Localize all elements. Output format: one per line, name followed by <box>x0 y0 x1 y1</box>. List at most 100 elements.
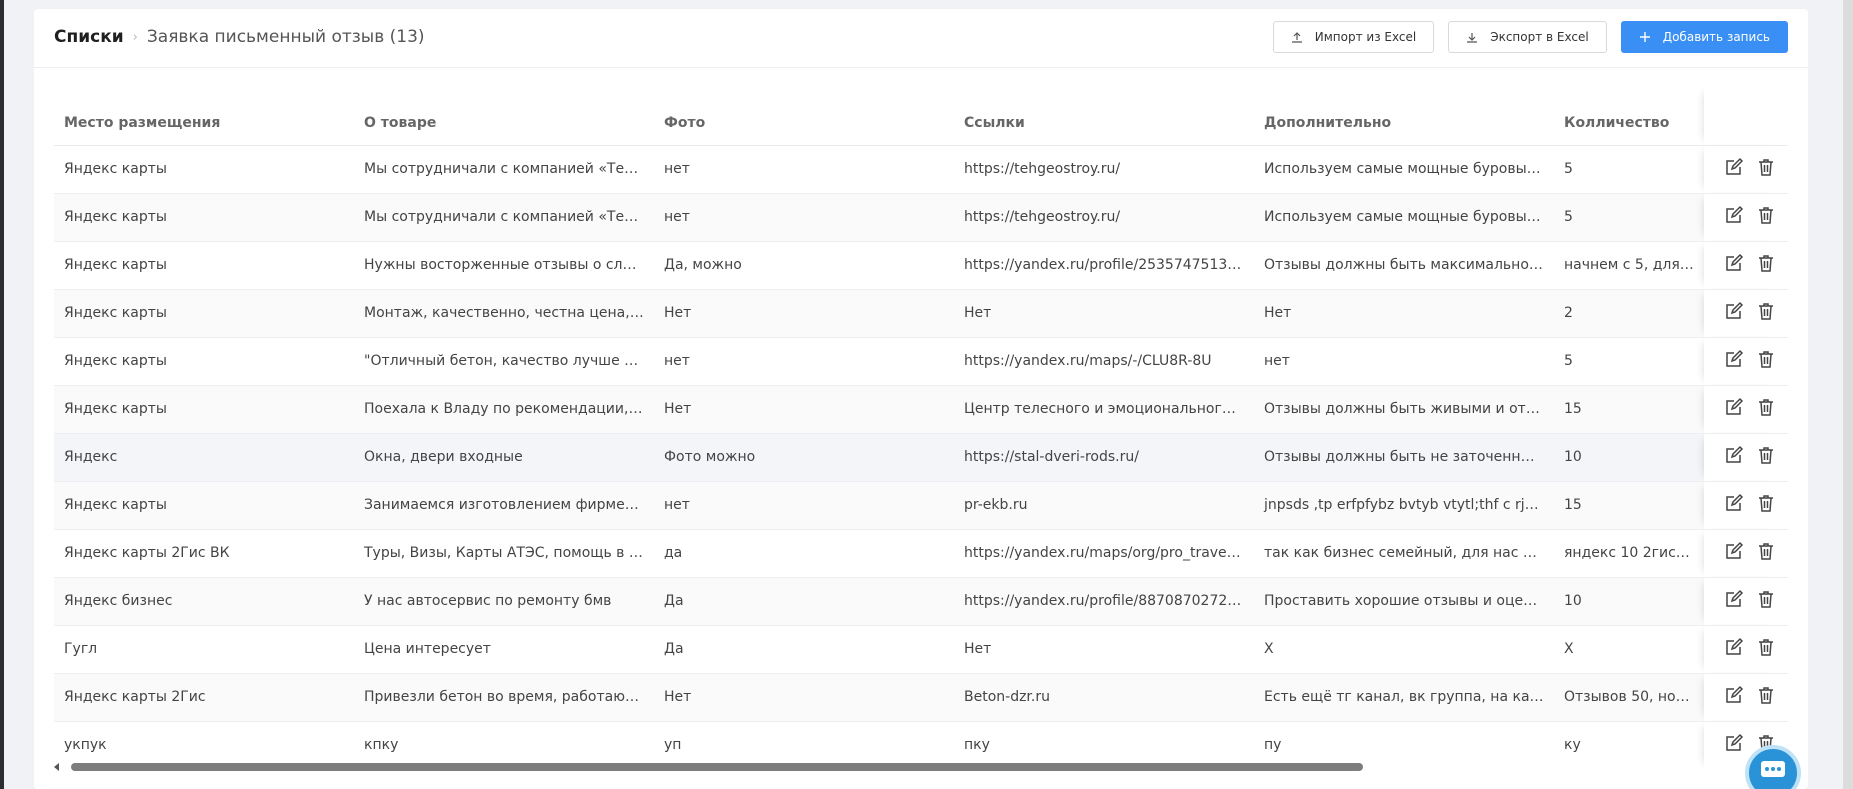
import-excel-button[interactable]: Импорт из Excel <box>1272 21 1435 53</box>
add-record-label: Добавить запись <box>1662 30 1770 44</box>
column-header-links[interactable]: Ссылки <box>954 87 1254 146</box>
table-row[interactable]: Яндекс бизнес У нас автосервис по ремонту… <box>54 577 1788 626</box>
table-row[interactable]: Яндекс карты Мы сотрудничали с компанией … <box>54 193 1788 242</box>
edit-icon[interactable] <box>1724 301 1744 321</box>
cell-quantity: 5 <box>1554 145 1704 194</box>
trash-icon[interactable] <box>1756 397 1776 417</box>
export-excel-button[interactable]: Экспорт в Excel <box>1448 21 1607 53</box>
edit-icon[interactable] <box>1724 685 1744 705</box>
edit-icon[interactable] <box>1724 493 1744 513</box>
cell-placement: Яндекс карты <box>54 481 354 530</box>
trash-icon[interactable] <box>1756 637 1776 657</box>
trash-icon[interactable] <box>1756 349 1776 369</box>
table-row[interactable]: Яндекс карты Занимаемся изготовлением фир… <box>54 481 1788 530</box>
cell-links: https://yandex.ru/profile/25357475131?la… <box>954 241 1254 290</box>
cell-product: Туры, Визы, Карты АТЭС, помощь в оформле… <box>354 529 654 578</box>
trash-icon[interactable] <box>1756 301 1776 321</box>
upload-icon <box>1291 32 1302 43</box>
add-record-button[interactable]: Добавить запись <box>1620 21 1788 53</box>
table-row[interactable]: Яндекс Окна, двери входные Фото можно https… <box>54 433 1788 482</box>
column-header-placement[interactable]: Место размещения <box>54 87 354 146</box>
table-row[interactable]: Яндекс карты 2Гис ВК Туры, Визы, Карты АТ… <box>54 529 1788 578</box>
table-row[interactable]: Яндекс карты Поехала к Владу по рекоменда… <box>54 385 1788 434</box>
scrollbar-thumb[interactable] <box>71 763 1363 771</box>
trash-icon[interactable] <box>1756 445 1776 465</box>
cell-placement: Яндекс карты <box>54 289 354 338</box>
cell-placement: Яндекс карты <box>54 385 354 434</box>
main-card: Списки › Заявка письменный отзыв (13) Им… <box>34 9 1808 789</box>
cell-quantity: 10 <box>1554 577 1704 626</box>
column-header-photo[interactable]: Фото <box>654 87 954 146</box>
cell-product: "Отличный бетон, качество лучше чем у др… <box>354 337 654 386</box>
plus-icon <box>1639 32 1650 42</box>
table-row[interactable]: Яндекс карты 2Гис Привезли бетон во время… <box>54 673 1788 722</box>
trash-icon[interactable] <box>1756 541 1776 561</box>
table-row[interactable]: Яндекс карты Мы сотрудничали с компанией … <box>54 145 1788 194</box>
cell-photo: Да <box>654 577 954 626</box>
cell-placement: Яндекс карты <box>54 337 354 386</box>
cell-placement: Яндекс карты <box>54 193 354 242</box>
row-actions <box>1704 673 1788 722</box>
chat-button[interactable] <box>1745 745 1801 789</box>
cell-links: Центр телесного и эмоционального восстан… <box>954 385 1254 434</box>
table-row[interactable]: Гугл Цена интересует Да Нет Х Х <box>54 625 1788 674</box>
cell-photo: нет <box>654 481 954 530</box>
breadcrumb-separator: › <box>132 29 138 45</box>
left-edge <box>0 0 4 789</box>
cell-additional: jnpsds ,tp erfpfybz bvtyb vtytl;thf c rj… <box>1254 481 1554 530</box>
breadcrumb-root[interactable]: Списки <box>54 27 124 47</box>
trash-icon[interactable] <box>1756 493 1776 513</box>
edit-icon[interactable] <box>1724 349 1744 369</box>
trash-icon[interactable] <box>1756 253 1776 273</box>
edit-icon[interactable] <box>1724 205 1744 225</box>
cell-additional: нет <box>1254 337 1554 386</box>
cell-product: Мы сотрудничали с компанией «ТехГеострой… <box>354 145 654 194</box>
cell-links: https://yandex.ru/profile/88708702723?la… <box>954 577 1254 626</box>
cell-product: Занимаемся изготовлением фирменной одежд… <box>354 481 654 530</box>
cell-photo: Нет <box>654 385 954 434</box>
trash-icon[interactable] <box>1756 685 1776 705</box>
cell-quantity: 15 <box>1554 481 1704 530</box>
edit-icon[interactable] <box>1724 157 1744 177</box>
cell-links: https://tehgeostroy.ru/ <box>954 145 1254 194</box>
column-header-product[interactable]: О товаре <box>354 87 654 146</box>
column-header-quantity[interactable]: Колличество <box>1554 87 1704 146</box>
edit-icon[interactable] <box>1724 445 1744 465</box>
horizontal-scrollbar[interactable] <box>54 761 1788 773</box>
trash-icon[interactable] <box>1756 157 1776 177</box>
edit-icon[interactable] <box>1724 637 1744 657</box>
cell-product: У нас автосервис по ремонту бмв <box>354 577 654 626</box>
row-actions <box>1704 289 1788 338</box>
page-scrollbar[interactable] <box>1843 0 1853 789</box>
cell-product: Монтаж, качественно, честна цена, чисто <box>354 289 654 338</box>
export-excel-label: Экспорт в Excel <box>1490 30 1589 44</box>
table-row[interactable]: Яндекс карты Монтаж, качественно, честна … <box>54 289 1788 338</box>
edit-icon[interactable] <box>1724 733 1744 753</box>
row-actions <box>1704 241 1788 290</box>
import-excel-label: Импорт из Excel <box>1314 30 1417 44</box>
row-actions <box>1704 145 1788 194</box>
cell-product: Привезли бетон во время, работают отличн… <box>354 673 654 722</box>
cell-additional: Х <box>1254 625 1554 674</box>
trash-icon[interactable] <box>1756 205 1776 225</box>
cell-quantity: 15 <box>1554 385 1704 434</box>
cell-photo: Нет <box>654 673 954 722</box>
edit-icon[interactable] <box>1724 589 1744 609</box>
row-actions <box>1704 433 1788 482</box>
trash-icon[interactable] <box>1756 589 1776 609</box>
cell-photo: нет <box>654 193 954 242</box>
column-header-additional[interactable]: Дополнительно <box>1254 87 1554 146</box>
cell-placement: Яндекс карты 2Гис <box>54 673 354 722</box>
edit-icon[interactable] <box>1724 253 1744 273</box>
table-row[interactable]: Яндекс карты "Отличный бетон, качество лу… <box>54 337 1788 386</box>
cell-quantity: 5 <box>1554 193 1704 242</box>
edit-icon[interactable] <box>1724 397 1744 417</box>
download-icon <box>1467 33 1478 43</box>
cell-additional: Есть ещё тг канал, вк группа, на картах <box>1254 673 1554 722</box>
scroll-left-arrow[interactable] <box>54 763 59 771</box>
cell-additional: Отзывы должны быть не заточенные под <box>1254 433 1554 482</box>
cell-product: Поехала к Владу по рекомендации, ибо дав… <box>354 385 654 434</box>
breadcrumb: Списки › Заявка письменный отзыв (13) <box>54 27 425 47</box>
table-row[interactable]: Яндекс карты Нужны восторженные отзывы о … <box>54 241 1788 290</box>
edit-icon[interactable] <box>1724 541 1744 561</box>
